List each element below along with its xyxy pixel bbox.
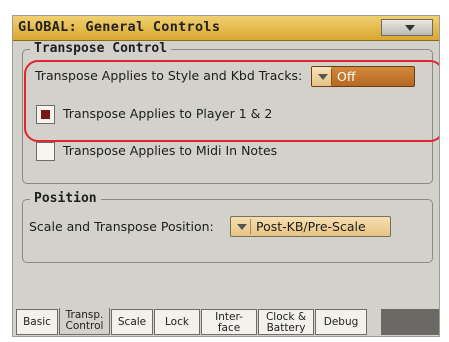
tab-lock[interactable]: Lock bbox=[154, 309, 200, 335]
tab-clock-battery[interactable]: Clock & Battery bbox=[258, 309, 314, 335]
midi-in-transpose-label: Transpose Applies to Midi In Notes bbox=[63, 143, 278, 158]
midi-in-transpose-checkbox[interactable] bbox=[36, 142, 55, 161]
tab-debug[interactable]: Debug bbox=[315, 309, 367, 335]
tab-bar-filler bbox=[381, 309, 439, 335]
transpose-control-label: Transpose Control bbox=[30, 41, 172, 56]
tab-bar: Basic Transp. Control Scale Lock Inter- … bbox=[13, 308, 439, 336]
tab-label: face bbox=[217, 322, 241, 334]
page-menu-button[interactable] bbox=[381, 19, 433, 36]
tab-interface[interactable]: Inter- face bbox=[201, 309, 257, 335]
tab-label: Debug bbox=[323, 316, 359, 328]
position-label: Position bbox=[30, 191, 101, 206]
highlight-outline bbox=[24, 60, 439, 142]
tab-label: Scale bbox=[117, 316, 147, 328]
scale-transpose-position-value: Post-KB/Pre-Scale bbox=[256, 219, 366, 234]
chevron-down-icon bbox=[405, 25, 415, 31]
scale-transpose-position-dropdown[interactable]: Post-KB/Pre-Scale bbox=[230, 216, 391, 237]
tab-label: Lock bbox=[165, 316, 189, 328]
scale-transpose-position-label: Scale and Transpose Position: bbox=[29, 219, 214, 234]
page-title: GLOBAL: General Controls bbox=[18, 19, 221, 35]
tab-label: Battery bbox=[266, 322, 306, 334]
tab-label: Basic bbox=[23, 316, 51, 328]
tab-transp-control[interactable]: Transp. Control bbox=[59, 308, 110, 335]
tab-basic[interactable]: Basic bbox=[16, 309, 58, 335]
tab-scale[interactable]: Scale bbox=[111, 309, 153, 335]
dropdown-arrow-icon bbox=[237, 224, 247, 230]
tab-label: Control bbox=[65, 320, 104, 332]
global-screen: GLOBAL: General Controls Transpose Contr… bbox=[12, 15, 440, 337]
title-bar: GLOBAL: General Controls bbox=[13, 16, 439, 41]
